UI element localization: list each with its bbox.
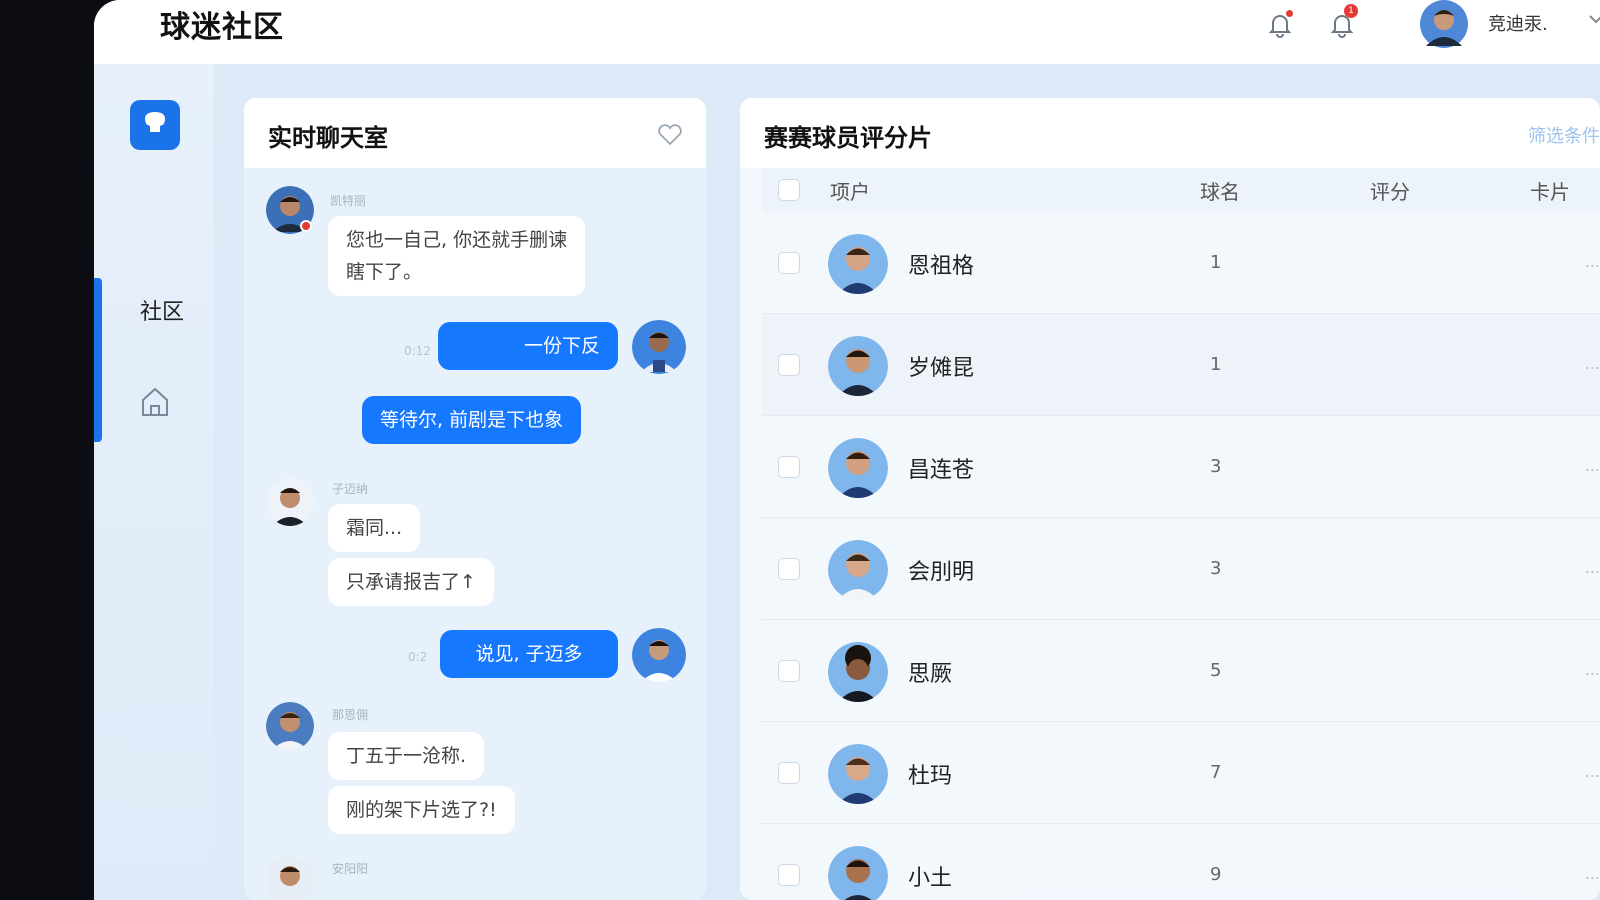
player-card: ... — [1584, 660, 1600, 679]
chat-message-in: 丁五于一沧称. — [328, 732, 485, 780]
player-avatar — [828, 540, 888, 600]
sidebar: 社区 — [94, 64, 214, 900]
chevron-down-icon[interactable] — [1586, 8, 1600, 28]
chat-message-out: 等待尔, 前剧是下也象 — [362, 396, 582, 444]
player-rank: 1 — [1210, 252, 1222, 273]
player-avatar — [828, 642, 888, 702]
message-time: 0:2 — [408, 650, 428, 664]
chat-message-out: 说见, 子迈多 — [440, 630, 618, 678]
top-bar: 球迷社区 1 竞迪汞. — [94, 0, 1600, 64]
player-rank: 3 — [1210, 558, 1222, 579]
notification-badge: 1 — [1344, 4, 1358, 18]
app-window: 球迷社区 1 竞迪汞. 社区 实时聊天室 凯特丽 您也一自己, 你还就手删谏 瞎… — [94, 0, 1600, 900]
sender-name: 子迈纳 — [332, 482, 369, 496]
player-rank: 9 — [1210, 864, 1222, 885]
player-card: ... — [1584, 456, 1600, 475]
player-card: ... — [1584, 252, 1600, 271]
player-card: ... — [1584, 354, 1600, 373]
avatar[interactable] — [266, 478, 314, 526]
status-badge — [300, 220, 312, 232]
table-header: 项户 球名 评分 卡片 — [762, 168, 1600, 212]
player-ratings-panel: 赛赛球员评分片 筛选条件 项户 球名 评分 卡片 恩祖格 1 ... 岁傩昆 1… — [740, 98, 1600, 900]
sender-name: 凯特丽 — [330, 194, 367, 208]
row-checkbox[interactable] — [778, 660, 800, 682]
sender-name: 安阳阳 — [332, 862, 369, 876]
player-name: 会刖明 — [908, 560, 975, 585]
select-all-checkbox[interactable] — [778, 179, 800, 201]
column-header[interactable]: 卡片 — [1530, 176, 1570, 205]
chat-message-in: 霜同... — [328, 504, 421, 552]
chat-panel: 实时聊天室 凯特丽 您也一自己, 你还就手删谏 瞎下了。 0:12 一份下反 等… — [244, 98, 706, 900]
row-checkbox[interactable] — [778, 762, 800, 784]
home-icon[interactable] — [140, 386, 170, 418]
table-row[interactable]: 小土 9 ... — [762, 824, 1600, 900]
row-checkbox[interactable] — [778, 864, 800, 886]
player-rank: 3 — [1210, 456, 1222, 477]
player-rank: 1 — [1210, 354, 1222, 375]
player-name: 岁傩昆 — [908, 356, 975, 381]
row-checkbox[interactable] — [778, 558, 800, 580]
sender-name: 那恩佣 — [332, 708, 369, 722]
player-name: 杜玛 — [908, 764, 953, 789]
player-avatar — [828, 336, 888, 396]
column-header[interactable]: 评分 — [1370, 176, 1410, 205]
chat-panel-header: 实时聊天室 — [244, 98, 706, 168]
message-time: 0:12 — [404, 344, 431, 358]
player-card: ... — [1584, 558, 1600, 577]
player-name: 小土 — [908, 866, 953, 891]
table-row[interactable]: 恩祖格 1 ... — [762, 212, 1600, 314]
avatar[interactable] — [266, 856, 314, 900]
player-name: 昌连苍 — [908, 458, 975, 483]
chat-title: 实时聊天室 — [268, 124, 388, 152]
chat-message-in: 您也一自己, 你还就手删谏 瞎下了。 — [328, 216, 586, 296]
player-rank: 5 — [1210, 660, 1222, 681]
heart-icon[interactable] — [656, 120, 684, 148]
player-card: ... — [1584, 864, 1600, 883]
player-name: 恩祖格 — [908, 254, 975, 279]
table-row[interactable]: 岁傩昆 1 ... — [762, 314, 1600, 416]
player-avatar — [828, 846, 888, 900]
column-header[interactable]: 球名 — [1200, 176, 1240, 205]
active-indicator — [94, 278, 102, 442]
table-row[interactable]: 会刖明 3 ... — [762, 518, 1600, 620]
notification-icon[interactable]: 1 — [1326, 4, 1358, 40]
column-header[interactable]: 项户 — [830, 176, 870, 205]
bell-icon[interactable] — [1264, 8, 1296, 40]
table-row[interactable]: 杜玛 7 ... — [762, 722, 1600, 824]
chat-message-in: 只承请报吉了↑ — [328, 558, 494, 606]
player-avatar — [828, 438, 888, 498]
ratings-panel-header: 赛赛球员评分片 筛选条件 — [740, 98, 1600, 168]
row-checkbox[interactable] — [778, 456, 800, 478]
user-avatar[interactable] — [1418, 0, 1470, 50]
player-name: 思厥 — [908, 662, 953, 687]
ratings-title: 赛赛球员评分片 — [764, 124, 932, 152]
logo-icon[interactable] — [130, 100, 180, 150]
player-card: ... — [1584, 762, 1600, 781]
avatar[interactable] — [266, 702, 314, 750]
avatar[interactable] — [632, 628, 686, 682]
row-checkbox[interactable] — [778, 354, 800, 376]
table-row[interactable]: 思厥 5 ... — [762, 620, 1600, 722]
sidebar-item-community[interactable]: 社区 — [140, 294, 184, 326]
row-checkbox[interactable] — [778, 252, 800, 274]
player-rank: 7 — [1210, 762, 1222, 783]
chat-message-out: 一份下反 — [438, 322, 618, 370]
table-row[interactable]: 昌连苍 3 ... — [762, 416, 1600, 518]
player-avatar — [828, 744, 888, 804]
avatar[interactable] — [632, 320, 686, 374]
filter-link[interactable]: 筛选条件 — [1528, 122, 1600, 148]
user-name[interactable]: 竞迪汞. — [1488, 10, 1548, 36]
player-avatar — [828, 234, 888, 294]
app-title: 球迷社区 — [160, 10, 284, 45]
chat-message-in: 刚的架下片选了?! — [328, 786, 515, 834]
